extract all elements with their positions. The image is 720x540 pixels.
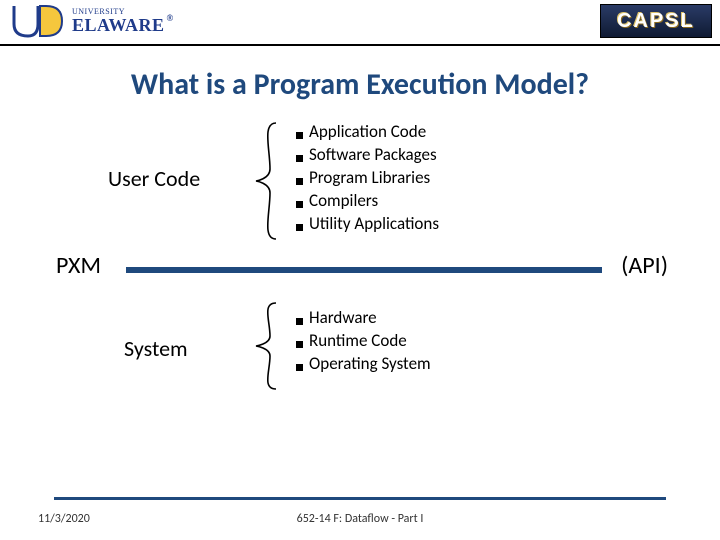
list-item: Compilers [296, 190, 439, 213]
pxm-divider [126, 267, 602, 273]
label-pxm: PXM [56, 251, 101, 280]
bullet-icon [296, 341, 303, 348]
capsl-logo: CAPSL [600, 4, 712, 38]
page-title: What is a Program Execution Model? [0, 66, 720, 103]
bullet-icon [296, 201, 303, 208]
bullet-icon [296, 224, 303, 231]
ud-logo: UNIVERSITY ELAWARE® [8, 2, 174, 40]
slide: UNIVERSITY ELAWARE® CAPSL What is a Prog… [0, 0, 720, 540]
bullet-icon [296, 132, 303, 139]
ud-bottom-text: ELAWARE® [72, 16, 174, 34]
footer-rule [54, 497, 666, 500]
list-item: Utility Applications [296, 213, 439, 236]
ud-monogram-icon [8, 2, 66, 40]
footer-course: 652-14 F: Dataflow - Part I [0, 512, 720, 526]
label-user-code: User Code [108, 165, 200, 192]
bullet-icon [296, 364, 303, 371]
list-item: Hardware [296, 307, 431, 330]
brace-icon [254, 301, 282, 391]
list-item: Software Packages [296, 144, 439, 167]
label-system: System [124, 335, 188, 362]
registered-icon: ® [167, 14, 174, 23]
list-item: Application Code [296, 121, 439, 144]
list-item: Operating System [296, 353, 431, 376]
brace-icon [254, 121, 282, 241]
list-item: Runtime Code [296, 330, 431, 353]
header: UNIVERSITY ELAWARE® CAPSL [0, 0, 720, 46]
user-code-list: Application Code Software Packages Progr… [296, 121, 439, 236]
bullet-icon [296, 178, 303, 185]
capsl-text: CAPSL [617, 10, 695, 33]
content: User Code Application Code Software Pack… [0, 103, 720, 503]
system-list: Hardware Runtime Code Operating System [296, 307, 431, 376]
bullet-icon [296, 155, 303, 162]
ud-wordmark: UNIVERSITY ELAWARE® [72, 8, 174, 34]
bullet-icon [296, 318, 303, 325]
label-api: (API) [621, 251, 668, 280]
list-item: Program Libraries [296, 167, 439, 190]
